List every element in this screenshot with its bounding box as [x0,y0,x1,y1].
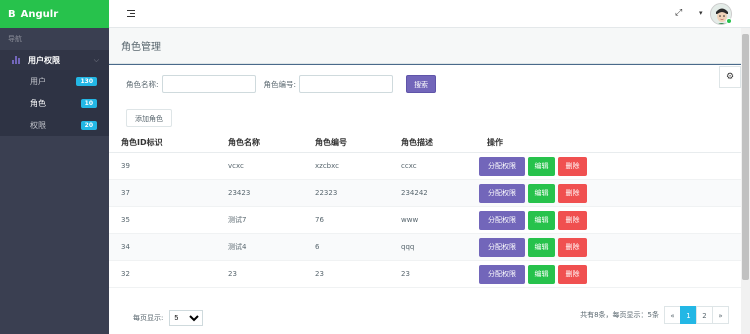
chevron-down-icon: ⌵ [93,55,99,64]
row-actions: 分配权限 编辑 删除 [475,183,741,203]
assign-permission-button[interactable]: 分配权限 [479,156,525,176]
sidebar-item-permissions[interactable]: 权限 20 [0,114,109,136]
pagination-info: 共有8条，每页显示：5条 [580,311,659,319]
table-row: 32 23 23 23 分配权限 编辑 删除 [109,261,741,288]
table-row: 35 测试7 76 www 分配权限 编辑 删除 [109,207,741,234]
pagination: 共有8条，每页显示：5条 « 1 2 » [580,306,729,324]
assign-permission-button[interactable]: 分配权限 [479,210,525,230]
sidebar-item-roles[interactable]: 角色 10 [0,92,109,114]
cell-id: 34 [121,243,130,251]
prev-page-button[interactable]: « [664,306,681,324]
assign-permission-button[interactable]: 分配权限 [479,264,525,284]
count-badge: 130 [76,76,97,86]
bar-chart-icon [12,56,21,64]
sidebar-submenu: 用户 130 角色 10 权限 20 [0,70,109,136]
cell-desc: www [401,216,419,224]
sidebar-item-label: 用户 [30,76,46,86]
sidebar: 导航 用户权限 ⌵ 用户 130 角色 10 权限 20 [0,28,109,334]
table-header: 角色ID标识 角色名称 角色编号 角色描述 操作 [109,133,741,153]
edit-button[interactable]: 编辑 [528,183,555,203]
cell-name: vcxc [228,162,244,170]
cell-code: xzcbxc [315,162,339,170]
delete-button[interactable]: 删除 [558,183,587,203]
table-row: 39 vcxc xzcbxc ccxc 分配权限 编辑 删除 [109,153,741,180]
scrollbar[interactable] [741,28,750,334]
cell-desc: 23 [401,270,410,278]
cell-code: 22323 [315,189,338,197]
page-button-1[interactable]: 1 [680,306,697,324]
cell-code: 6 [315,243,320,251]
delete-button[interactable]: 删除 [558,210,587,230]
cell-id: 35 [121,216,130,224]
row-actions: 分配权限 编辑 删除 [475,264,741,284]
sidebar-item-label: 权限 [30,120,46,130]
count-badge: 10 [80,98,97,108]
count-badge: 20 [80,120,97,130]
cell-name: 测试7 [228,216,247,224]
online-status-icon [726,18,732,24]
sidebar-item-user-permissions[interactable]: 用户权限 ⌵ [0,50,109,70]
column-header: 操作 [487,138,503,147]
assign-permission-button[interactable]: 分配权限 [479,237,525,257]
page-header: 角色管理 [109,28,741,64]
table-row: 37 23423 22323 234242 分配权限 编辑 删除 [109,180,741,207]
cell-desc: ccxc [401,162,417,170]
cell-id: 32 [121,270,130,278]
edit-button[interactable]: 编辑 [528,264,555,284]
page-size-label: 每页显示: [133,314,164,322]
cell-code: 23 [315,270,324,278]
search-button[interactable]: 搜索 [406,75,437,93]
brand-name: Angulr [20,8,59,20]
page-title: 角色管理 [121,42,161,53]
row-actions: 分配权限 编辑 删除 [475,210,741,230]
cell-name: 23423 [228,189,251,197]
main-content: 角色管理 角色名称: 角色编号: 搜索 添加角色 角色ID标识 角色名称 角色编… [109,28,741,334]
delete-button[interactable]: 删除 [558,264,587,284]
edit-button[interactable]: 编辑 [528,156,555,176]
cell-id: 39 [121,162,130,170]
caret-down-icon[interactable]: ▾ [699,9,703,17]
delete-button[interactable]: 删除 [558,156,587,176]
brand-logo-icon: B [8,8,16,20]
page-button-2[interactable]: 2 [696,306,713,324]
gear-icon[interactable]: ⚙ [719,66,741,88]
top-bar: ⤢ ▾ [109,0,750,28]
column-header: 角色ID标识 [121,138,163,147]
scrollbar-thumb[interactable] [742,34,749,280]
cell-id: 37 [121,189,130,197]
sidebar-item-label: 角色 [30,98,46,108]
column-header: 角色编号 [315,138,347,147]
add-role-button[interactable]: 添加角色 [126,109,172,127]
role-panel: 角色名称: 角色编号: 搜索 添加角色 角色ID标识 角色名称 角色编号 角色描… [109,64,741,334]
sidebar-parent-label: 用户权限 [28,55,60,65]
sidebar-item-users[interactable]: 用户 130 [0,70,109,92]
row-actions: 分配权限 编辑 删除 [475,237,741,257]
role-code-input[interactable] [299,75,394,93]
column-header: 角色描述 [401,138,433,147]
role-name-label: 角色名称: [126,79,159,89]
edit-button[interactable]: 编辑 [528,237,555,257]
cell-desc: qqq [401,243,415,251]
fullscreen-icon[interactable]: ⤢ [675,8,682,18]
roles-table: 角色ID标识 角色名称 角色编号 角色描述 操作 39 vcxc xzcbxc … [109,133,741,288]
nav-header: 导航 [8,35,22,43]
page-size-control: 每页显示: 5 [133,310,204,326]
cell-name: 测试4 [228,243,247,251]
role-name-input[interactable] [161,75,256,93]
table-row: 34 测试4 6 qqq 分配权限 编辑 删除 [109,234,741,261]
search-form: 角色名称: 角色编号: 搜索 [126,75,437,93]
role-code-label: 角色编号: [263,79,297,89]
cell-name: 23 [228,270,237,278]
next-page-button[interactable]: » [712,306,729,324]
cell-code: 76 [315,216,324,224]
menu-toggle-icon[interactable] [127,10,135,17]
delete-button[interactable]: 删除 [558,237,587,257]
edit-button[interactable]: 编辑 [528,210,555,230]
column-header: 角色名称 [228,138,260,147]
page-size-select[interactable]: 5 [169,310,204,326]
brand[interactable]: B Angulr [0,0,109,28]
row-actions: 分配权限 编辑 删除 [475,156,741,176]
assign-permission-button[interactable]: 分配权限 [479,183,525,203]
cell-desc: 234242 [401,189,428,197]
